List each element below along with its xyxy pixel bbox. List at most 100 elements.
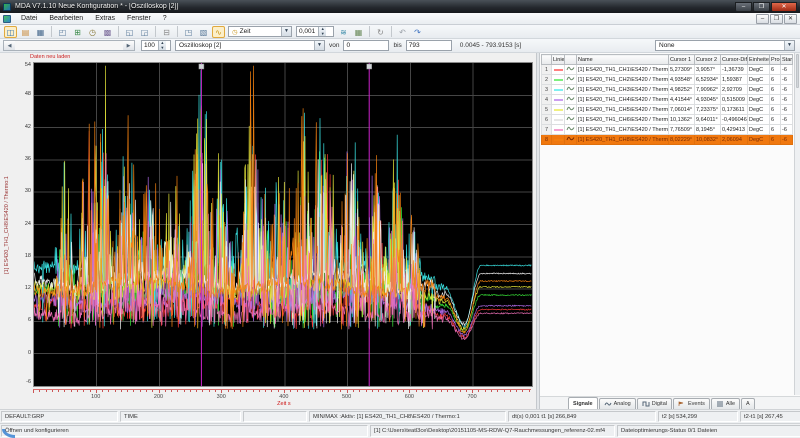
signal-table-header[interactable]: Linien NameCursor 1Cursor 2Cursor-Diff.Ei… xyxy=(542,55,793,65)
datasets-icon[interactable]: ◰ xyxy=(56,26,69,38)
search-icon[interactable]: ◷ xyxy=(86,26,99,38)
view-selector-combo[interactable]: Oszilloskop [2]▼ xyxy=(175,40,325,51)
mdi-restore-button[interactable]: ❐ xyxy=(770,14,783,24)
time-axis-combo[interactable]: ◷ Zeit▼ xyxy=(228,26,292,37)
column-header-8[interactable]: Pro-Div xyxy=(770,55,781,65)
window-icon[interactable]: ◲ xyxy=(138,26,151,38)
column-header-6[interactable]: Cursor-Diff. xyxy=(721,55,748,65)
new-configuration-icon[interactable]: ◫ xyxy=(4,26,17,38)
signal-name[interactable]: [1] ES420_TH1_CH8\ES420 / Thermo:1 xyxy=(577,135,669,145)
menu-item-?[interactable]: ? xyxy=(157,13,173,25)
line-swatch xyxy=(552,95,565,105)
main-area: Daten neu laden [1] ES420_TH1_CH8\ES420 … xyxy=(0,53,800,409)
tab-analog[interactable]: Analog xyxy=(599,398,636,409)
x-axis: 100200300400500600700Zeit s xyxy=(0,387,536,409)
x-tick xyxy=(177,390,178,392)
x-tick xyxy=(428,390,429,392)
tab-alle[interactable]: Alle xyxy=(711,398,740,409)
new-window-icon[interactable]: ◱ xyxy=(123,26,136,38)
signal-name[interactable]: [1] ES420_TH1_CH6\ES420 / Thermo:1 xyxy=(577,115,669,125)
menu-item-extras[interactable]: Extras xyxy=(89,13,121,25)
maximize-button[interactable]: ❐ xyxy=(753,2,770,12)
von-input[interactable] xyxy=(343,40,389,51)
x-tick xyxy=(278,390,279,392)
grid-icon[interactable]: ▦ xyxy=(352,26,365,38)
document-icon xyxy=(3,15,11,23)
minimize-button[interactable]: – xyxy=(735,2,752,12)
assign-icon[interactable]: ⊞ xyxy=(71,26,84,38)
column-header-9[interactable]: Startwert xyxy=(781,55,793,65)
cursor2-value: 8,1945° xyxy=(695,125,721,135)
tab-signale[interactable]: Signale xyxy=(568,397,598,409)
mdi-close-button[interactable]: ✕ xyxy=(784,14,797,24)
cursor-1-handle[interactable] xyxy=(199,64,204,69)
menu-item-fenster[interactable]: Fenster xyxy=(121,13,157,25)
tab-digital[interactable]: Digital xyxy=(637,398,672,409)
signal-name[interactable]: [1] ES420_TH1_CH4\ES420 / Thermo:1 xyxy=(577,95,669,105)
column-header-0[interactable] xyxy=(542,55,552,65)
config-icon[interactable]: ▩ xyxy=(101,26,114,38)
column-header-4[interactable]: Cursor 1 xyxy=(669,55,695,65)
signal-name[interactable]: [1] ES420_TH1_CH1\ES420 / Thermo:1 xyxy=(577,65,669,75)
column-header-1[interactable]: Linien xyxy=(552,55,565,65)
scroll-right-icon[interactable]: ▶ xyxy=(123,41,134,50)
signal-row-5[interactable]: 5[1] ES420_TH1_CH5\ES420 / Thermo:17,060… xyxy=(542,105,793,115)
x-tick xyxy=(460,390,461,392)
link-icon[interactable]: ≋ xyxy=(337,26,350,38)
menu-item-datei[interactable]: Datei xyxy=(15,13,43,25)
cursor-2-handle[interactable] xyxy=(367,64,372,69)
raster-spinner[interactable]: 0,001 ▲▼ xyxy=(296,26,334,37)
filter-combo[interactable]: None▼ xyxy=(655,40,795,51)
save-icon[interactable]: ▦ xyxy=(34,26,47,38)
print-icon[interactable]: ⊟ xyxy=(160,26,173,38)
x-tick xyxy=(435,390,436,392)
column-header-7[interactable]: Einheiten xyxy=(748,55,770,65)
signal-name[interactable]: [1] ES420_TH1_CH3\ES420 / Thermo:1 xyxy=(577,85,669,95)
cursor1-value: 10,1362° xyxy=(669,115,695,125)
x-tick xyxy=(491,390,492,392)
signal-tabs: SignaleAnalogDigitalEventsAlleA xyxy=(540,396,800,409)
per-div-value: 6 xyxy=(770,105,781,115)
menu-item-bearbeiten[interactable]: Bearbeiten xyxy=(43,13,89,25)
x-tick xyxy=(485,390,486,392)
column-header-3[interactable]: Name xyxy=(577,55,669,65)
reload-data-note[interactable]: Daten neu laden xyxy=(0,53,536,62)
column-header-2[interactable] xyxy=(565,55,577,65)
signal-row-7[interactable]: 7[1] ES420_TH1_CH7\ES420 / Thermo:17,765… xyxy=(542,125,793,135)
title-bar[interactable]: MDA V7.1.10 Neue Konfiguration * - [Oszi… xyxy=(0,0,800,13)
signal-row-6[interactable]: 6[1] ES420_TH1_CH6\ES420 / Thermo:110,13… xyxy=(542,115,793,125)
bis-input[interactable] xyxy=(406,40,452,51)
close-button[interactable]: ✕ xyxy=(771,2,797,12)
zoom-spinner[interactable]: 100 ▲▼ xyxy=(141,40,171,51)
column-header-5[interactable]: Cursor 2 xyxy=(695,55,721,65)
time-scrollbar[interactable]: ◀ ▶ xyxy=(3,40,135,51)
scrollbar-thumb[interactable] xyxy=(796,54,799,88)
vertical-scrollbar[interactable] xyxy=(794,53,800,395)
plot-area[interactable] xyxy=(33,62,533,387)
signal-name[interactable]: [1] ES420_TH1_CH2\ES420 / Thermo:1 xyxy=(577,75,669,85)
open-icon[interactable]: ▤ xyxy=(19,26,32,38)
mdi-minimize-button[interactable]: – xyxy=(756,14,769,24)
time-slider-icon[interactable]: ∿ xyxy=(212,26,225,38)
signal-row-3[interactable]: 3[1] ES420_TH1_CH3\ES420 / Thermo:14,982… xyxy=(542,85,793,95)
redo-icon[interactable]: ↷ xyxy=(411,26,424,38)
sync-icon[interactable]: ↻ xyxy=(374,26,387,38)
digital-wave-icon xyxy=(642,401,650,407)
layout2-icon[interactable]: ▧ xyxy=(197,26,210,38)
row-number: 7 xyxy=(542,125,552,135)
layout-icon[interactable]: ◳ xyxy=(182,26,195,38)
main-toolbar: ◫▤▦◰⊞◷▩◱◲⊟◳▧∿ ◷ Zeit▼ 0,001 ▲▼ ≋▦↻↶↷ xyxy=(0,25,800,39)
scroll-left-icon[interactable]: ◀ xyxy=(4,41,15,50)
spinner-arrows-icon[interactable]: ▲▼ xyxy=(318,27,326,36)
tab-events[interactable]: Events xyxy=(673,398,710,409)
x-tick xyxy=(265,390,266,392)
signal-row-2[interactable]: 2[1] ES420_TH1_CH2\ES420 / Thermo:14,935… xyxy=(542,75,793,85)
signal-name[interactable]: [1] ES420_TH1_CH7\ES420 / Thermo:1 xyxy=(577,125,669,135)
signal-name[interactable]: [1] ES420_TH1_CH5\ES420 / Thermo:1 xyxy=(577,105,669,115)
undo-icon[interactable]: ↶ xyxy=(396,26,409,38)
spinner-arrows-icon[interactable]: ▲▼ xyxy=(158,41,166,50)
signal-row-1[interactable]: 1[1] ES420_TH1_CH1\ES420 / Thermo:15,273… xyxy=(542,65,793,75)
tab-a[interactable]: A xyxy=(741,398,755,409)
signal-row-8[interactable]: 8[1] ES420_TH1_CH8\ES420 / Thermo:18,022… xyxy=(542,135,793,145)
signal-row-4[interactable]: 4[1] ES420_TH1_CH4\ES420 / Thermo:14,415… xyxy=(542,95,793,105)
